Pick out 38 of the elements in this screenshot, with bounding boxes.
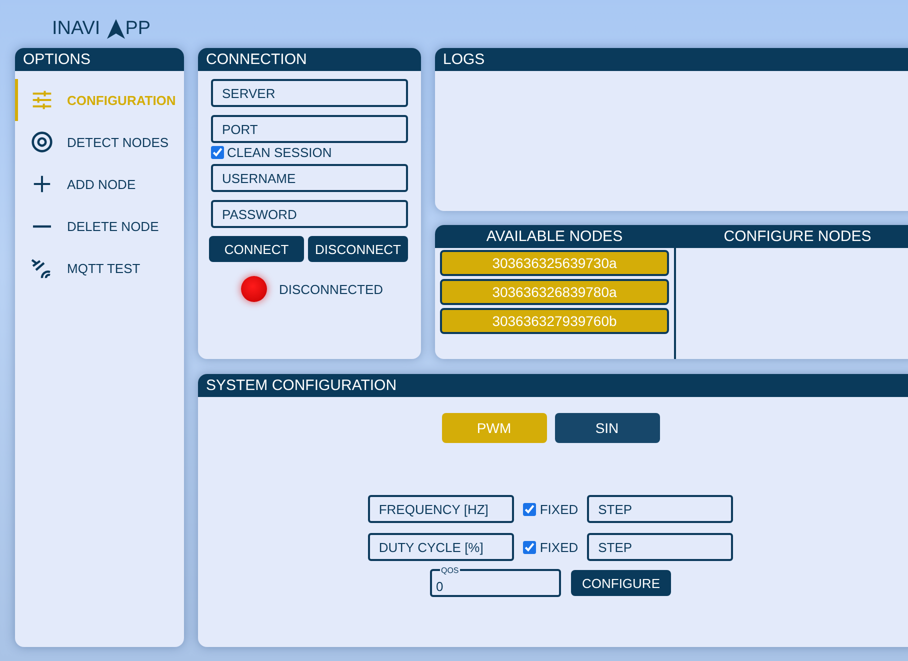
checkbox-label: CLEAN SESSION bbox=[227, 145, 332, 160]
field-label: QOS bbox=[440, 566, 460, 575]
arrow-logo-icon bbox=[107, 19, 126, 39]
sliders-icon bbox=[31, 89, 53, 111]
signal-icon bbox=[31, 258, 53, 278]
panel-header: LOGS bbox=[435, 48, 908, 71]
plus-icon bbox=[33, 175, 51, 193]
panel-header: SYSTEM CONFIGURATION bbox=[198, 374, 908, 397]
input-field[interactable]: DUTY CYCLE [%] bbox=[368, 533, 514, 561]
checkbox[interactable] bbox=[211, 146, 224, 159]
sidebar-item[interactable]: DETECT NODES bbox=[15, 121, 184, 163]
status-label: DISCONNECTED bbox=[279, 282, 384, 296]
input-field[interactable]: USERNAME bbox=[211, 164, 408, 192]
checkbox-label: FIXED bbox=[540, 540, 578, 554]
sidebar-item[interactable]: ADD NODE bbox=[15, 163, 184, 205]
connection-button[interactable]: DISCONNECT bbox=[308, 236, 408, 262]
panel-header: CONFIGURE NODES bbox=[676, 225, 908, 248]
sidebar-item[interactable]: MQTT TEST bbox=[15, 247, 184, 289]
connection-button[interactable]: CONNECT bbox=[209, 236, 304, 262]
panel-header: CONNECTION bbox=[198, 48, 421, 71]
panel-header: AVAILABLE NODES bbox=[435, 225, 674, 248]
step-field[interactable]: STEP bbox=[587, 495, 734, 523]
input-field[interactable]: PORT bbox=[211, 115, 408, 143]
panel-header: OPTIONS bbox=[15, 48, 184, 71]
target-icon bbox=[31, 131, 53, 153]
configure-button[interactable]: CONFIGURE bbox=[570, 570, 671, 596]
app-title: INAVI bbox=[52, 18, 100, 40]
input-field[interactable]: FREQUENCY [HZ] bbox=[368, 495, 514, 523]
minus-icon bbox=[33, 224, 51, 228]
input-field[interactable]: SERVER bbox=[211, 79, 408, 107]
input-field[interactable]: PASSWORD bbox=[211, 200, 408, 228]
mode-tab[interactable]: SIN bbox=[554, 413, 660, 443]
app-title-suffix: PP bbox=[125, 18, 151, 40]
sidebar-item[interactable]: DELETE NODE bbox=[15, 205, 184, 247]
step-field[interactable]: STEP bbox=[587, 533, 734, 561]
checkbox[interactable] bbox=[522, 540, 536, 554]
checkbox-label: FIXED bbox=[540, 502, 578, 516]
checkbox[interactable] bbox=[522, 502, 536, 516]
